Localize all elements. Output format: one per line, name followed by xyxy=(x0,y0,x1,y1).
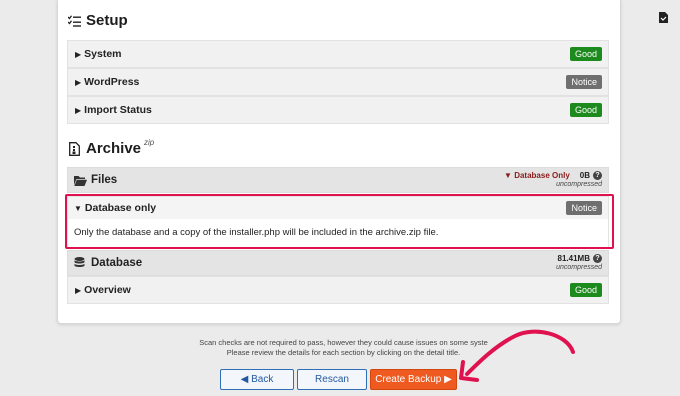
row-label: System xyxy=(84,48,122,60)
caret-right-icon: ▶ xyxy=(75,77,82,87)
status-badge: Good xyxy=(569,47,602,61)
file-icon[interactable] xyxy=(659,12,668,23)
status-badge: Notice xyxy=(566,75,602,89)
row-label: Overview xyxy=(84,284,131,296)
back-button[interactable]: ◀ Back xyxy=(220,369,294,390)
help-icon[interactable]: ? xyxy=(593,254,602,263)
setup-row-wordpress[interactable]: ▶ WordPress Notice xyxy=(67,68,609,96)
database-size: 81.41MB xyxy=(557,254,590,263)
create-backup-button[interactable]: Create Backup ▶ xyxy=(370,369,457,390)
database-only-description: Only the database and a copy of the inst… xyxy=(74,227,439,238)
caret-right-icon: ▶ xyxy=(75,285,82,295)
database-meta: 81.41MB ? uncompressed xyxy=(556,254,602,272)
files-group-header[interactable]: Files ▼ Database Only 0B ? uncompressed xyxy=(67,167,609,193)
caret-down-icon: ▼ xyxy=(74,203,82,213)
archive-title: Archive zip xyxy=(67,138,155,157)
annotation-arrow xyxy=(459,329,575,382)
archive-row-overview[interactable]: ▶ Overview Good xyxy=(67,276,609,304)
database-group-header[interactable]: Database 81.41MB ? uncompressed xyxy=(67,250,609,276)
status-badge: Notice xyxy=(566,201,602,215)
files-size: 0B xyxy=(579,171,590,180)
status-badge: Good xyxy=(569,283,602,297)
folder-open-icon xyxy=(74,174,87,186)
row-label: Import Status xyxy=(84,104,152,116)
status-badge: Good xyxy=(569,103,602,117)
setup-row-import-status[interactable]: ▶ Import Status Good xyxy=(67,96,609,124)
files-meta: ▼ Database Only 0B ? uncompressed xyxy=(504,171,602,189)
database-only-header[interactable]: ▼ Database only Notice xyxy=(68,197,608,219)
caret-right-icon: ▶ xyxy=(75,105,82,115)
checklist-icon xyxy=(67,14,81,28)
archive-format: zip xyxy=(144,138,155,147)
setup-title: Setup xyxy=(67,12,128,29)
setup-row-system[interactable]: ▶ System Good xyxy=(67,40,609,68)
database-icon xyxy=(74,257,87,269)
filter-indicator: ▼ Database Only xyxy=(504,171,570,180)
size-note: uncompressed xyxy=(556,181,602,188)
row-label: WordPress xyxy=(84,76,140,88)
archive-file-icon xyxy=(67,141,81,156)
caret-right-icon: ▶ xyxy=(75,49,82,59)
size-note: uncompressed xyxy=(556,264,602,271)
help-icon[interactable]: ? xyxy=(593,171,602,180)
database-only-panel: ▼ Database only Notice Only the database… xyxy=(67,196,609,248)
rescan-button[interactable]: Rescan xyxy=(297,369,367,390)
